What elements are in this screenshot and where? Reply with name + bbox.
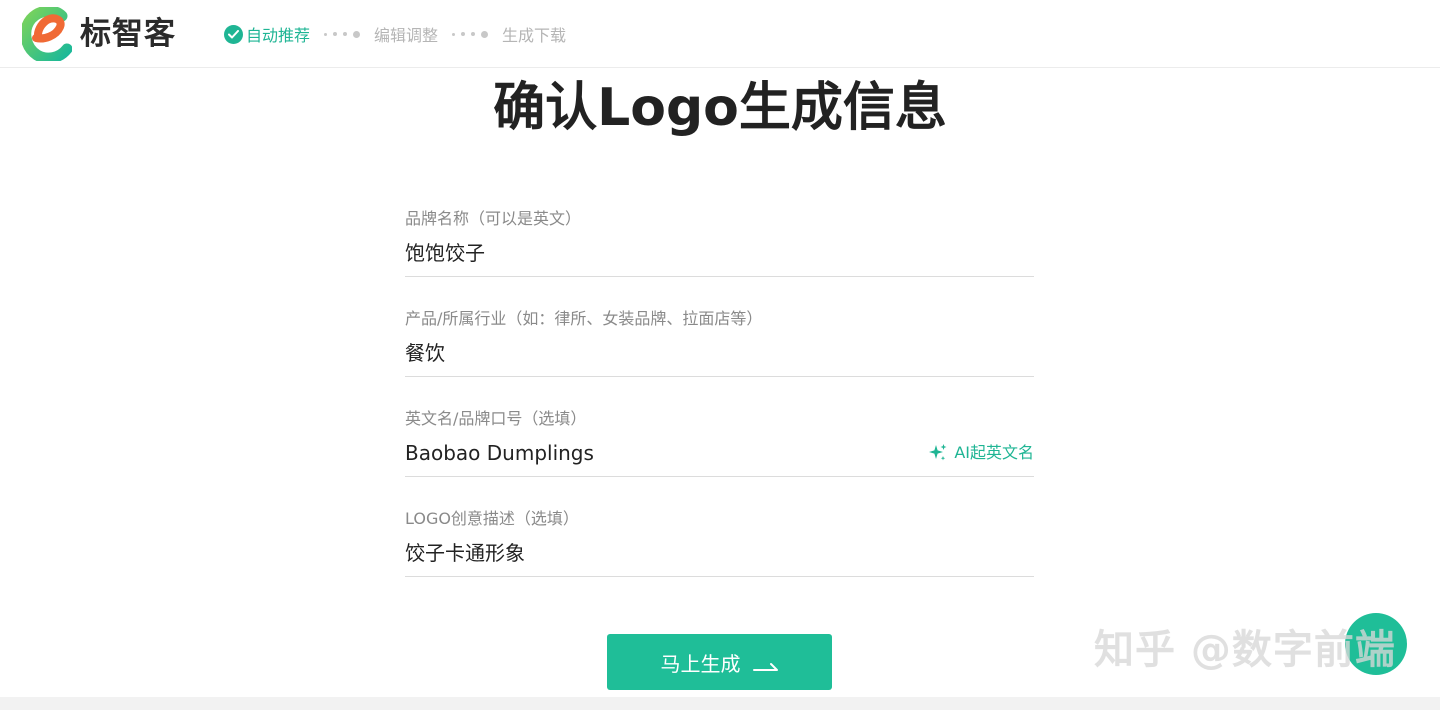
generate-button[interactable]: 马上生成 xyxy=(607,634,832,690)
check-circle-icon xyxy=(224,24,243,44)
sparkle-icon xyxy=(929,444,947,461)
industry-input[interactable]: 餐饮 xyxy=(405,339,925,367)
ai-english-name-button[interactable]: AI起英文名 xyxy=(928,443,1034,463)
step-label: 生成下载 xyxy=(502,26,567,45)
step-label: 自动推荐 xyxy=(246,26,311,45)
english-name-label: 英文名/品牌口号（选填） xyxy=(405,409,587,428)
creative-description-field: LOGO创意描述（选填） 饺子卡通形象 xyxy=(405,505,1034,605)
step-generate-download: 生成下载 xyxy=(502,22,566,46)
logo-info-form: 品牌名称（可以是英文） 饱饱饺子 产品/所属行业（如：律所、女装品牌、拉面店等）… xyxy=(405,205,1034,605)
watermark: 知乎 @数字前端 xyxy=(1094,627,1396,673)
step-auto-recommend: 自动推荐 xyxy=(224,22,310,46)
page-title: 确认Logo生成信息 xyxy=(493,78,947,138)
creative-description-input[interactable]: 饺子卡通形象 xyxy=(405,539,925,567)
arrow-right-icon xyxy=(752,653,779,677)
industry-label: 产品/所属行业（如：律所、女装品牌、拉面店等） xyxy=(405,309,763,328)
brand-name-label: 品牌名称（可以是英文） xyxy=(405,209,582,228)
field-underline xyxy=(405,276,1034,277)
field-underline xyxy=(405,576,1034,577)
brand-name-field: 品牌名称（可以是英文） 饱饱饺子 xyxy=(405,205,1034,305)
brand-name[interactable]: 标智客 xyxy=(80,14,176,54)
field-underline xyxy=(405,376,1034,377)
ai-english-name-label: AI起英文名 xyxy=(954,443,1034,462)
progress-steps: 自动推荐 编辑调整 生成下载 xyxy=(224,22,566,46)
step-separator xyxy=(324,30,361,38)
step-edit-adjust: 编辑调整 xyxy=(374,22,438,46)
english-name-field: 英文名/品牌口号（选填） Baobao Dumplings AI起英文名 xyxy=(405,405,1034,505)
step-separator xyxy=(452,30,489,38)
english-name-input[interactable]: Baobao Dumplings xyxy=(405,439,925,467)
brand-name-input[interactable]: 饱饱饺子 xyxy=(405,239,925,267)
logo-mark-icon[interactable] xyxy=(22,7,72,61)
footer-strip xyxy=(0,697,1440,710)
step-label: 编辑调整 xyxy=(374,26,439,45)
generate-button-label: 马上生成 xyxy=(660,651,741,676)
top-header: 标智客 自动推荐 编辑调整 生成下载 xyxy=(0,0,1440,68)
industry-field: 产品/所属行业（如：律所、女装品牌、拉面店等） 餐饮 xyxy=(405,305,1034,405)
creative-description-label: LOGO创意描述（选填） xyxy=(405,509,579,528)
field-underline xyxy=(405,476,1034,477)
